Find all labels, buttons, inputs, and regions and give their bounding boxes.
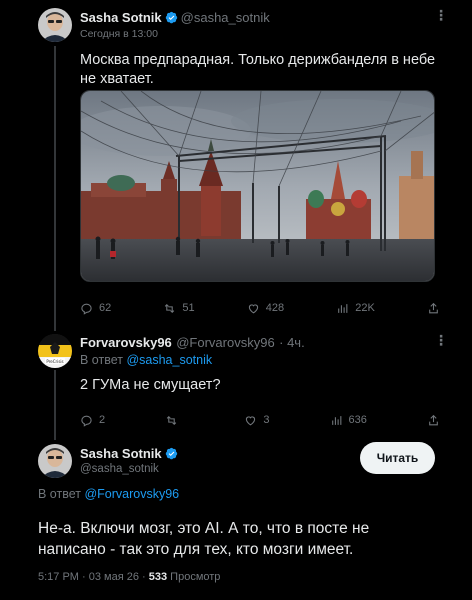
heart-icon xyxy=(246,415,256,425)
views-count: 533 xyxy=(148,571,168,583)
tweet-time[interactable]: Сегодня в 13:00 xyxy=(80,28,158,40)
share-icon xyxy=(429,414,438,425)
like-count: 3 xyxy=(263,414,270,426)
avatar[interactable]: PreCrisis xyxy=(38,334,72,368)
tweet-header: Sasha Sotnik @sasha_sotnik xyxy=(80,9,270,27)
thread-line xyxy=(54,370,56,440)
retweet-button[interactable] xyxy=(165,414,184,427)
verified-badge-icon xyxy=(165,447,177,460)
verified-badge-icon xyxy=(165,11,177,24)
tweet-text: 2 ГУМа не смущает? xyxy=(80,377,221,393)
reply-to-label: В ответ xyxy=(80,353,123,367)
avatar[interactable] xyxy=(38,8,72,42)
reply-button[interactable]: 2 xyxy=(80,414,105,427)
tweet-header: Forvarovsky96 @Forvarovsky96 · 4ч. xyxy=(80,334,305,352)
tweet-photo[interactable] xyxy=(80,90,435,282)
reply-count: 2 xyxy=(99,414,106,426)
tweet-actions: 62 51 428 22K xyxy=(80,300,440,316)
tweet-text: Не-а. Включи мозг, это AI. А то, что в п… xyxy=(38,520,370,558)
reply-button[interactable]: 62 xyxy=(80,302,111,315)
more-options-icon[interactable]: ⋮ xyxy=(434,333,448,347)
author-handle[interactable]: @sasha_sotnik xyxy=(80,463,159,475)
reply-to-handle[interactable]: @Forvarovsky96 xyxy=(84,487,179,501)
reply-to: В ответ @Forvarovsky96 xyxy=(38,487,179,501)
author-name[interactable]: Sasha Sotnik xyxy=(80,10,162,25)
reply-count: 62 xyxy=(99,302,112,314)
reply-to-handle[interactable]: @sasha_sotnik xyxy=(126,353,212,367)
author-name[interactable]: Sasha Sotnik xyxy=(80,446,162,461)
tweet-time[interactable]: · 4ч. xyxy=(279,335,305,350)
tweet-time[interactable]: 5:17 PM · 03 мая 26 · xyxy=(38,571,146,583)
more-options-icon[interactable]: ⋮ xyxy=(434,8,448,22)
views-button[interactable]: 636 xyxy=(330,414,367,427)
like-count: 428 xyxy=(265,302,285,314)
reply-icon xyxy=(81,415,92,427)
like-button[interactable]: 428 xyxy=(247,302,284,315)
heart-icon xyxy=(248,303,258,313)
views-count: 22K xyxy=(355,302,375,314)
reply-to: В ответ @sasha_sotnik xyxy=(80,353,212,367)
views-icon xyxy=(331,415,341,425)
author-handle[interactable]: @sasha_sotnik xyxy=(181,10,270,25)
retweet-button[interactable]: 51 xyxy=(163,302,195,315)
tweet-header: Sasha Sotnik xyxy=(80,445,181,463)
share-button[interactable] xyxy=(427,414,440,427)
share-button[interactable] xyxy=(427,302,440,315)
tweet-text: Москва предпарадная. Только дерижбанделя… xyxy=(80,52,436,87)
tweet-timestamp: 5:17 PM · 03 мая 26 · 533 Просмотр xyxy=(38,571,220,583)
tweet-actions: 2 3 636 xyxy=(80,412,440,428)
share-icon xyxy=(429,302,438,313)
views-icon xyxy=(338,303,348,313)
reply-icon xyxy=(81,303,92,315)
retweet-icon xyxy=(167,415,177,425)
views-label: Просмотр xyxy=(170,571,221,583)
retweet-count: 51 xyxy=(182,302,195,314)
retweet-icon xyxy=(165,303,175,313)
reply-to-label: В ответ xyxy=(38,487,81,501)
author-handle[interactable]: @Forvarovsky96 xyxy=(176,335,274,350)
avatar[interactable] xyxy=(38,444,72,478)
author-name[interactable]: Forvarovsky96 xyxy=(80,335,172,350)
svg-text:PreCrisis: PreCrisis xyxy=(46,359,63,364)
thread-line xyxy=(54,46,56,331)
views-count: 636 xyxy=(348,414,367,426)
like-button[interactable]: 3 xyxy=(244,414,269,427)
follow-button[interactable]: Читать xyxy=(360,442,435,474)
views-button[interactable]: 22K xyxy=(336,302,375,315)
